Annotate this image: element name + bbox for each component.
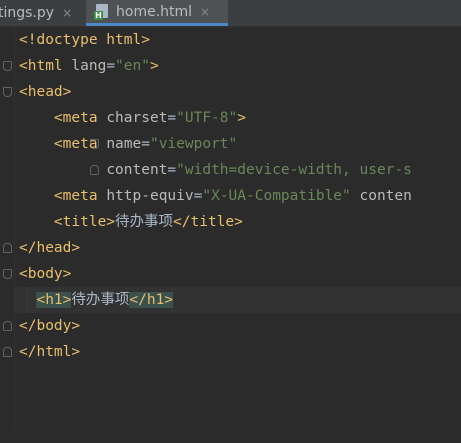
fold-expand-icon[interactable] — [3, 321, 12, 331]
tab-label: tings.py — [0, 5, 55, 21]
code-line-1: <!doctype html> — [19, 32, 150, 48]
tab-settings-py[interactable]: tings.py × — [0, 0, 80, 26]
close-icon[interactable]: × — [62, 6, 72, 20]
code-line-4: <meta charset="UTF-8"> — [53, 110, 246, 126]
code-line-8: <title>待办事项</title> — [53, 214, 243, 230]
code-line-2: <html lang="en"> — [0, 53, 461, 79]
code-line-11-current: <h1>待办事项</h1> — [0, 287, 461, 313]
code-line-7: <meta http-equiv="X-UA-Compatible" conte… — [53, 188, 412, 204]
fold-expand-icon[interactable] — [3, 243, 12, 253]
fold-collapse-icon[interactable] — [3, 61, 12, 71]
code-line-9: </head> — [0, 235, 461, 261]
html-file-icon: H — [94, 3, 110, 20]
close-icon[interactable]: × — [200, 5, 210, 19]
fold-collapse-icon[interactable] — [3, 269, 12, 279]
editor-tab-bar: tings.py × H home.html × — [0, 0, 461, 27]
code-line-5: <meta name="viewport" — [53, 136, 238, 152]
tab-label: home.html — [116, 3, 193, 20]
code-line-13: </html> — [0, 339, 461, 365]
tab-home-html[interactable]: H home.html × — [86, 0, 228, 26]
code-line-10: <body> — [0, 261, 461, 287]
fold-collapse-icon[interactable] — [3, 87, 12, 97]
code-line-3: <head> — [0, 79, 461, 105]
code-line-6: content="width=device-width, user-s — [0, 157, 461, 183]
code-line-12: </body> — [0, 313, 461, 339]
fold-expand-icon[interactable] — [3, 347, 12, 357]
